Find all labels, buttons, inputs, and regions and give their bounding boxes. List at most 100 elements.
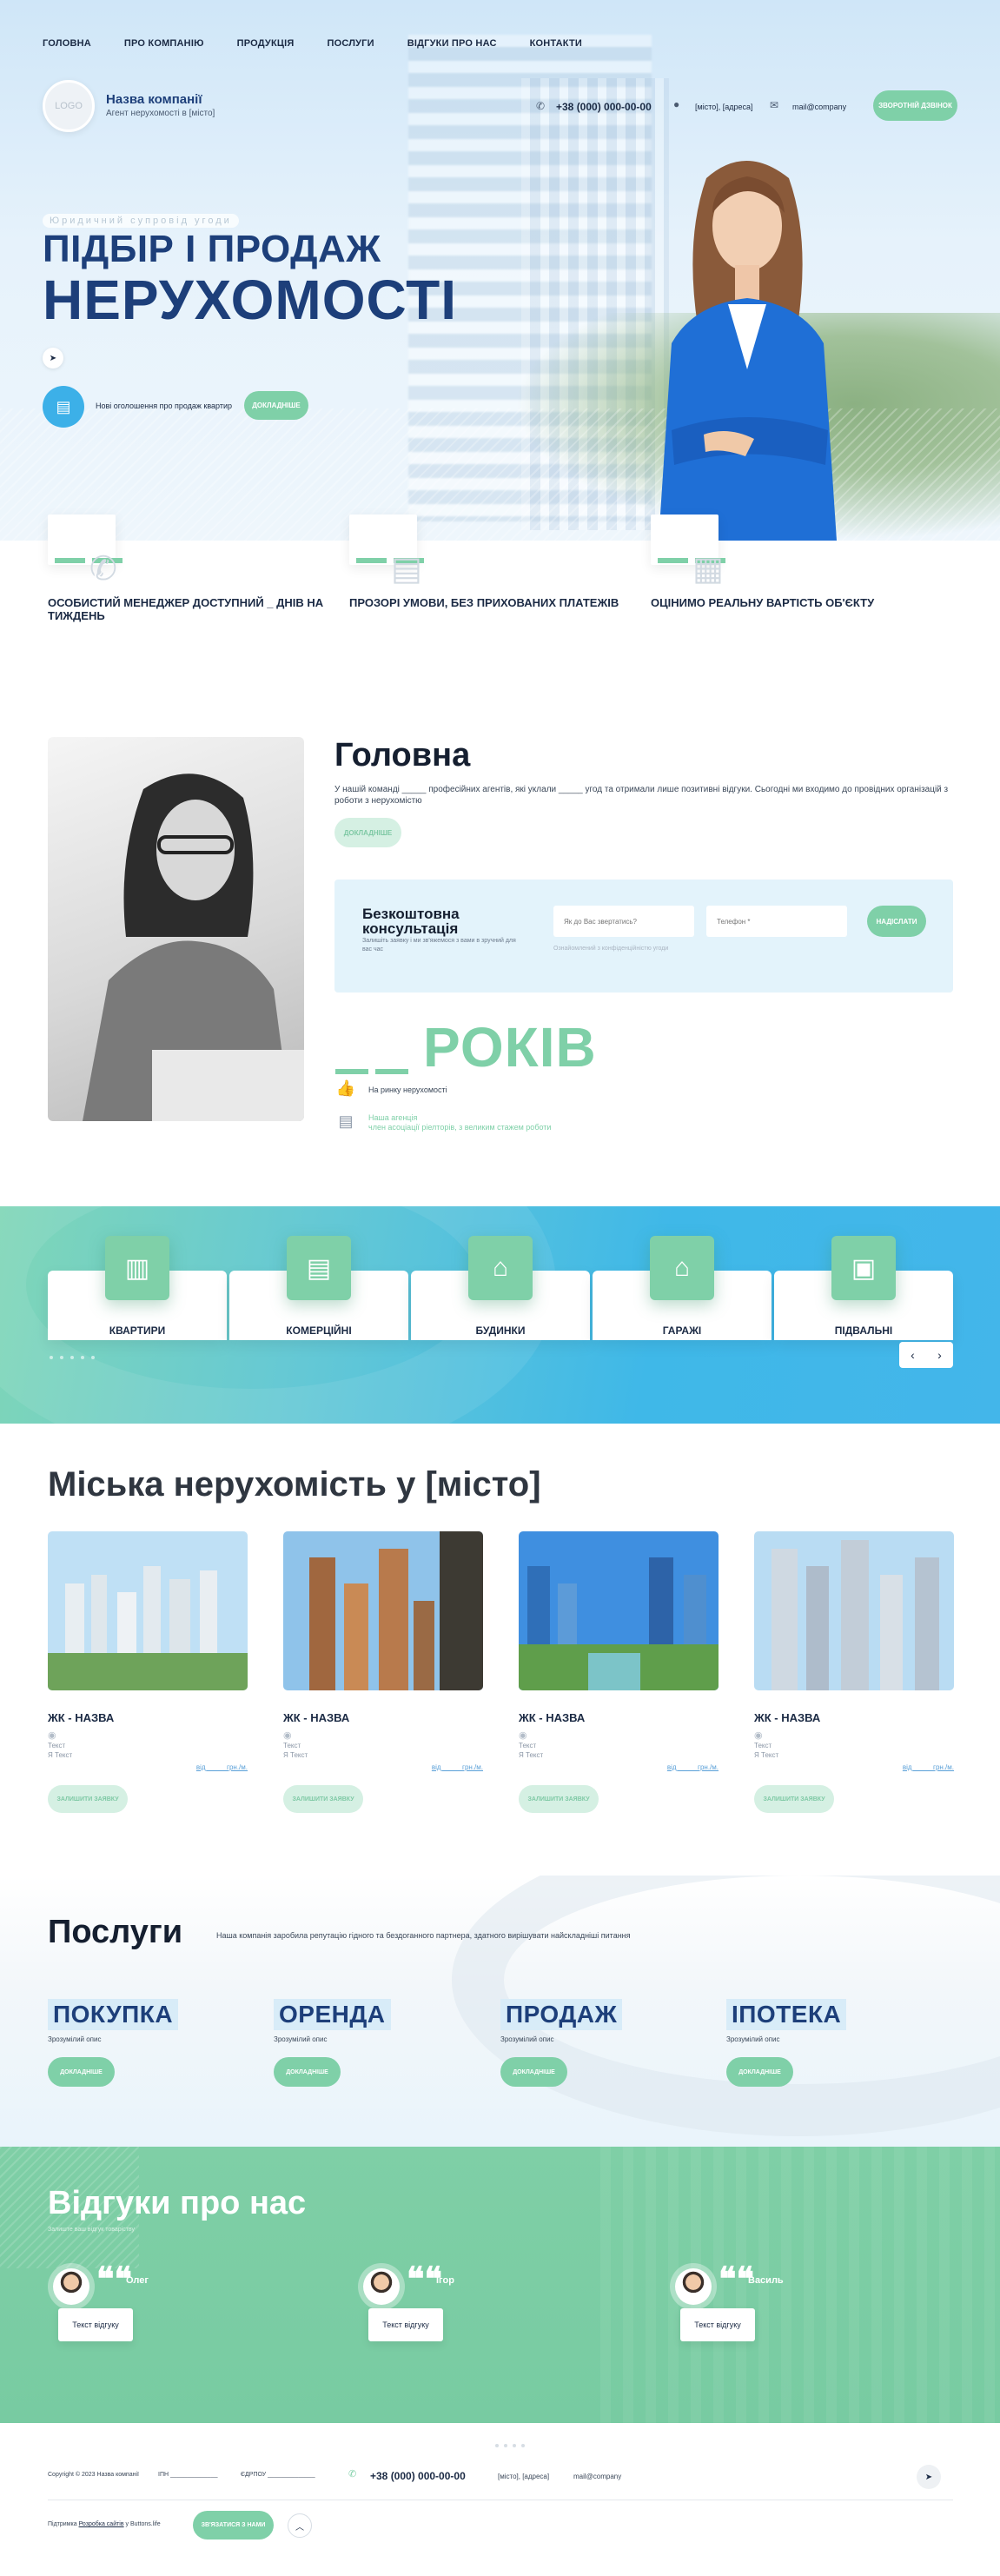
footer-email[interactable]: mail@company bbox=[573, 2473, 621, 2480]
service-name: ОРЕНДА bbox=[274, 1999, 391, 2030]
slider-dot[interactable] bbox=[504, 2444, 507, 2447]
telegram-icon[interactable]: ➤ bbox=[43, 348, 63, 368]
request-button[interactable]: ЗАЛИШИТИ ЗАЯВКУ bbox=[283, 1785, 363, 1813]
dev-suffix: у Buttons.life bbox=[125, 2521, 161, 2527]
feature-text: ОСОБИСТИЙ МЕНЕДЖЕР ДОСТУПНИЙ _ ДНІВ НА Т… bbox=[48, 596, 324, 622]
document-icon: ▤ bbox=[338, 1112, 354, 1130]
category-card-basements[interactable]: ▣ ПІДВАЛЬНІ bbox=[774, 1236, 953, 1340]
location-pin-icon: ◉ bbox=[519, 1730, 527, 1741]
about-title: Головна bbox=[334, 737, 471, 773]
slider-arrows: ‹ › bbox=[899, 1342, 953, 1368]
agreement-text[interactable]: Ознайомлений з конфіденційністю угоди bbox=[553, 946, 668, 952]
slider-dot[interactable] bbox=[70, 1356, 74, 1359]
slider-dot[interactable] bbox=[81, 1356, 84, 1359]
review-text[interactable]: Текст відгуку bbox=[368, 2308, 443, 2341]
slider-dot[interactable] bbox=[50, 1356, 53, 1359]
hero-more-button[interactable]: ДОКЛАДНІШЕ bbox=[244, 391, 308, 420]
service-item-rent: ОРЕНДА Зрозумілий опис ДОКЛАДНІШЕ bbox=[274, 1999, 391, 2087]
category-label: ГАРАЖІ bbox=[662, 1325, 702, 1337]
hero-section: ГОЛОВНА ПРО КОМПАНІЮ ПРОДУКЦІЯ ПОСЛУГИ В… bbox=[0, 0, 1000, 541]
chevron-right-icon[interactable]: › bbox=[926, 1342, 953, 1368]
reviews-subtitle: Залиште ваш відгук товаріству bbox=[48, 2227, 135, 2233]
feature-icon: ▦ bbox=[651, 515, 725, 588]
category-card-apartments[interactable]: ▥ КВАРТИРИ bbox=[48, 1236, 227, 1340]
property-price: від_____ грн./м. bbox=[666, 1763, 719, 1771]
service-more-button[interactable]: ДОКЛАДНІШЕ bbox=[274, 2057, 341, 2087]
header-email[interactable]: mail@company bbox=[792, 103, 846, 111]
nav-item-about[interactable]: ПРО КОМПАНІЮ bbox=[124, 38, 204, 49]
location-pin-icon: ◉ bbox=[283, 1730, 292, 1741]
mail-icon: ✉ bbox=[770, 99, 779, 111]
request-button[interactable]: ЗАЛИШИТИ ЗАЯВКУ bbox=[519, 1785, 599, 1813]
agency-description: член асоціації ріелторів, з великим стаж… bbox=[368, 1123, 552, 1132]
slider-dot[interactable] bbox=[513, 2444, 516, 2447]
company-name: Назва компанії bbox=[106, 92, 202, 107]
footer-copyright: Copyright © 2023 Назва компанії bbox=[48, 2472, 139, 2478]
chevron-left-icon[interactable]: ‹ bbox=[899, 1342, 926, 1368]
callback-button[interactable]: ЗВОРОТНІЙ ДЗВІНОК bbox=[873, 90, 957, 121]
property-name: ЖК - НАЗВА bbox=[519, 1711, 586, 1724]
service-item-purchase: ПОКУПКА Зрозумілий опис ДОКЛАДНІШЕ bbox=[48, 1999, 179, 2087]
review-text[interactable]: Текст відгуку bbox=[58, 2308, 133, 2341]
hero-woman-photo bbox=[659, 161, 837, 541]
send-button[interactable]: НАДІСЛАТИ bbox=[867, 906, 926, 937]
telegram-icon[interactable]: ➤ bbox=[917, 2465, 941, 2489]
category-card-commercial[interactable]: ▤ КОМЕРЦІЙНІ bbox=[229, 1236, 408, 1340]
years-row: 👍 На ринку нерухомості bbox=[335, 1079, 447, 1100]
request-button[interactable]: ЗАЛИШИТИ ЗАЯВКУ bbox=[754, 1785, 834, 1813]
request-button[interactable]: ЗАЛИШИТИ ЗАЯВКУ bbox=[48, 1785, 128, 1813]
about-woman-photo bbox=[48, 737, 304, 1121]
nav-item-reviews[interactable]: ВІДГУКИ ПРО НАС bbox=[407, 38, 497, 49]
property-photo[interactable] bbox=[519, 1531, 719, 1690]
phone-icon: ✆ bbox=[536, 100, 546, 112]
developer-link[interactable]: Розробка сайтів bbox=[79, 2521, 124, 2527]
location-pin-icon: ● bbox=[673, 98, 680, 110]
slider-dot[interactable] bbox=[91, 1356, 95, 1359]
footer-phone[interactable]: +38 (000) 000-00-00 bbox=[370, 2470, 466, 2482]
hero-title-line1: ПІДБІР І ПРОДАЖ bbox=[43, 228, 381, 270]
document-icon: ▤ bbox=[391, 551, 422, 588]
slider-dot[interactable] bbox=[495, 2444, 499, 2447]
property-card: ЖК - НАЗВА ◉ Текст Я Текст від_____ грн.… bbox=[519, 1531, 719, 1813]
property-photo[interactable] bbox=[283, 1531, 483, 1690]
nav-item-home[interactable]: ГОЛОВНА bbox=[43, 38, 91, 49]
chevron-up-icon[interactable]: ︿ bbox=[288, 2513, 312, 2538]
property-card: ЖК - НАЗВА ◉ Текст Я Текст від_____ грн.… bbox=[754, 1531, 954, 1813]
nav-item-products[interactable]: ПРОДУКЦІЯ bbox=[237, 38, 295, 49]
property-photo[interactable] bbox=[48, 1531, 248, 1690]
property-price: від_____ грн./м. bbox=[431, 1763, 483, 1771]
nav-item-contacts[interactable]: КОНТАКТИ bbox=[530, 38, 582, 49]
property-photo[interactable] bbox=[754, 1531, 954, 1690]
main-nav: ГОЛОВНА ПРО КОМПАНІЮ ПРОДУКЦІЯ ПОСЛУГИ В… bbox=[43, 38, 582, 49]
header-phone[interactable]: +38 (000) 000-00-00 bbox=[556, 101, 652, 113]
category-label: ПІДВАЛЬНІ bbox=[834, 1325, 893, 1337]
feature-text: ОЦІНИМО РЕАЛЬНУ ВАРТІСТЬ ОБ'ЄКТУ bbox=[651, 596, 875, 609]
phone-input[interactable] bbox=[706, 906, 847, 937]
category-card-garages[interactable]: ⌂ ГАРАЖІ bbox=[593, 1236, 772, 1340]
property-name: ЖК - НАЗВА bbox=[754, 1711, 821, 1724]
property-text: Текст bbox=[519, 1742, 537, 1749]
slider-dots bbox=[50, 1356, 95, 1359]
service-more-button[interactable]: ДОКЛАДНІШЕ bbox=[726, 2057, 793, 2087]
consult-title: Безкоштовна консультація bbox=[362, 906, 460, 937]
logo[interactable]: LOGO bbox=[43, 80, 95, 132]
about-more-button[interactable]: ДОКЛАДНІШЕ bbox=[334, 818, 401, 847]
avatar bbox=[53, 2268, 89, 2305]
service-more-button[interactable]: ДОКЛАДНІШЕ bbox=[48, 2057, 115, 2087]
review-text[interactable]: Текст відгуку bbox=[680, 2308, 755, 2341]
category-card-houses[interactable]: ⌂ БУДИНКИ bbox=[411, 1236, 590, 1340]
years-row-text: Наша агенція член асоціації ріелторів, з… bbox=[368, 1113, 551, 1132]
years-word: РОКІВ bbox=[423, 1016, 597, 1079]
service-more-button[interactable]: ДОКЛАДНІШЕ bbox=[500, 2057, 567, 2087]
dev-prefix: Підтримка bbox=[48, 2521, 77, 2527]
property-name: ЖК - НАЗВА bbox=[48, 1711, 115, 1724]
name-input[interactable] bbox=[553, 906, 694, 937]
nav-item-services[interactable]: ПОСЛУГИ bbox=[327, 38, 374, 49]
contact-us-button[interactable]: ЗВ'ЯЗАТИСЯ З НАМИ bbox=[193, 2511, 274, 2539]
property-text: Текст bbox=[754, 1742, 772, 1749]
feature-item: ▤ ПРОЗОРІ УМОВИ, БЕЗ ПРИХОВАНИХ ПЛАТЕЖІВ bbox=[349, 515, 636, 609]
slider-dot[interactable] bbox=[521, 2444, 525, 2447]
feature-text: ПРОЗОРІ УМОВИ, БЕЗ ПРИХОВАНИХ ПЛАТЕЖІВ bbox=[349, 596, 619, 609]
slider-dot[interactable] bbox=[60, 1356, 63, 1359]
reviews-slider-dots bbox=[495, 2444, 525, 2447]
